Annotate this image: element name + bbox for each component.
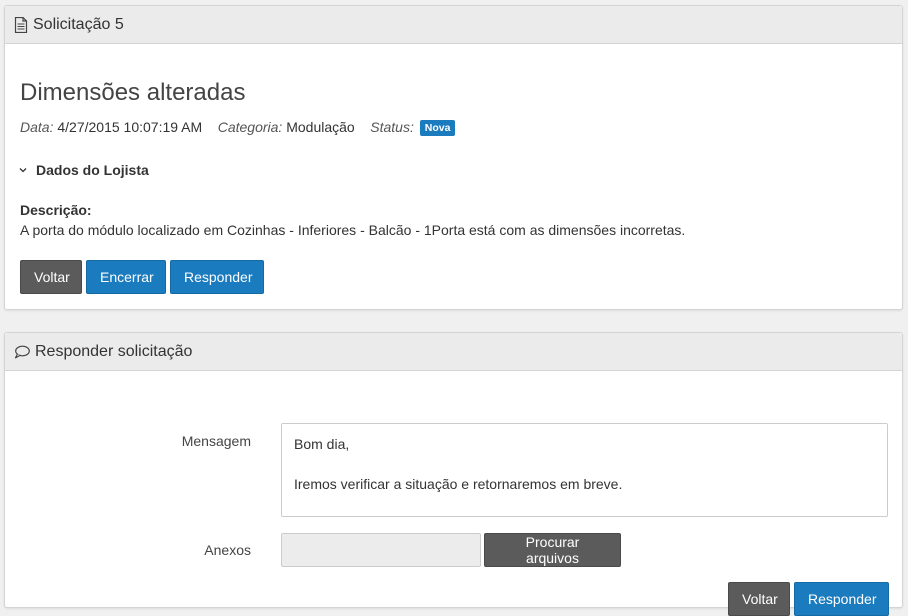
reply-back-button[interactable]: Voltar — [728, 582, 790, 616]
status-badge: Nova — [419, 120, 456, 136]
message-label: Mensagem — [181, 433, 251, 449]
reply-panel: Responder solicitação Mensagem Bom dia, … — [4, 332, 903, 616]
chevron-down-icon — [19, 167, 27, 173]
close-request-button[interactable]: Encerrar — [86, 260, 166, 294]
back-button[interactable]: Voltar — [20, 260, 82, 294]
date-value: 4/27/2015 10:07:19 AM — [57, 119, 203, 135]
message-line-1: Bom dia, — [294, 436, 350, 452]
request-panel: Solicitação 5 Dimensões alteradas Data: … — [4, 5, 903, 310]
document-icon — [14, 16, 28, 33]
submit-reply-button[interactable]: Responder — [794, 582, 889, 616]
category-value: Modulação — [286, 119, 355, 135]
date-label: Data: — [20, 119, 54, 135]
request-meta: Data: 4/27/2015 10:07:19 AM Categoria: M… — [20, 119, 456, 136]
attachments-label: Anexos — [204, 542, 251, 558]
browse-files-button[interactable]: Procurar arquivos — [484, 533, 621, 567]
request-panel-heading: Solicitação 5 — [5, 6, 902, 44]
dealer-data-toggle[interactable]: Dados do Lojista — [19, 162, 149, 178]
reply-panel-heading: Responder solicitação — [5, 333, 902, 371]
dealer-data-label: Dados do Lojista — [36, 162, 149, 178]
reply-heading-text: Responder solicitação — [35, 342, 193, 360]
description-text: A porta do módulo localizado em Cozinhas… — [20, 222, 686, 238]
category-label: Categoria: — [217, 119, 283, 135]
status-label: Status: — [370, 119, 414, 135]
message-textarea[interactable]: Bom dia, Iremos verificar a situação e r… — [281, 423, 888, 517]
speech-bubble-icon — [14, 345, 30, 359]
reply-button[interactable]: Responder — [170, 260, 264, 294]
attachments-input[interactable] — [281, 533, 481, 567]
page-title: Dimensões alteradas — [20, 79, 246, 106]
request-heading-text: Solicitação 5 — [33, 15, 124, 33]
description-label: Descrição: — [20, 202, 92, 218]
message-line-2: Iremos verificar a situação e retornarem… — [294, 476, 623, 492]
